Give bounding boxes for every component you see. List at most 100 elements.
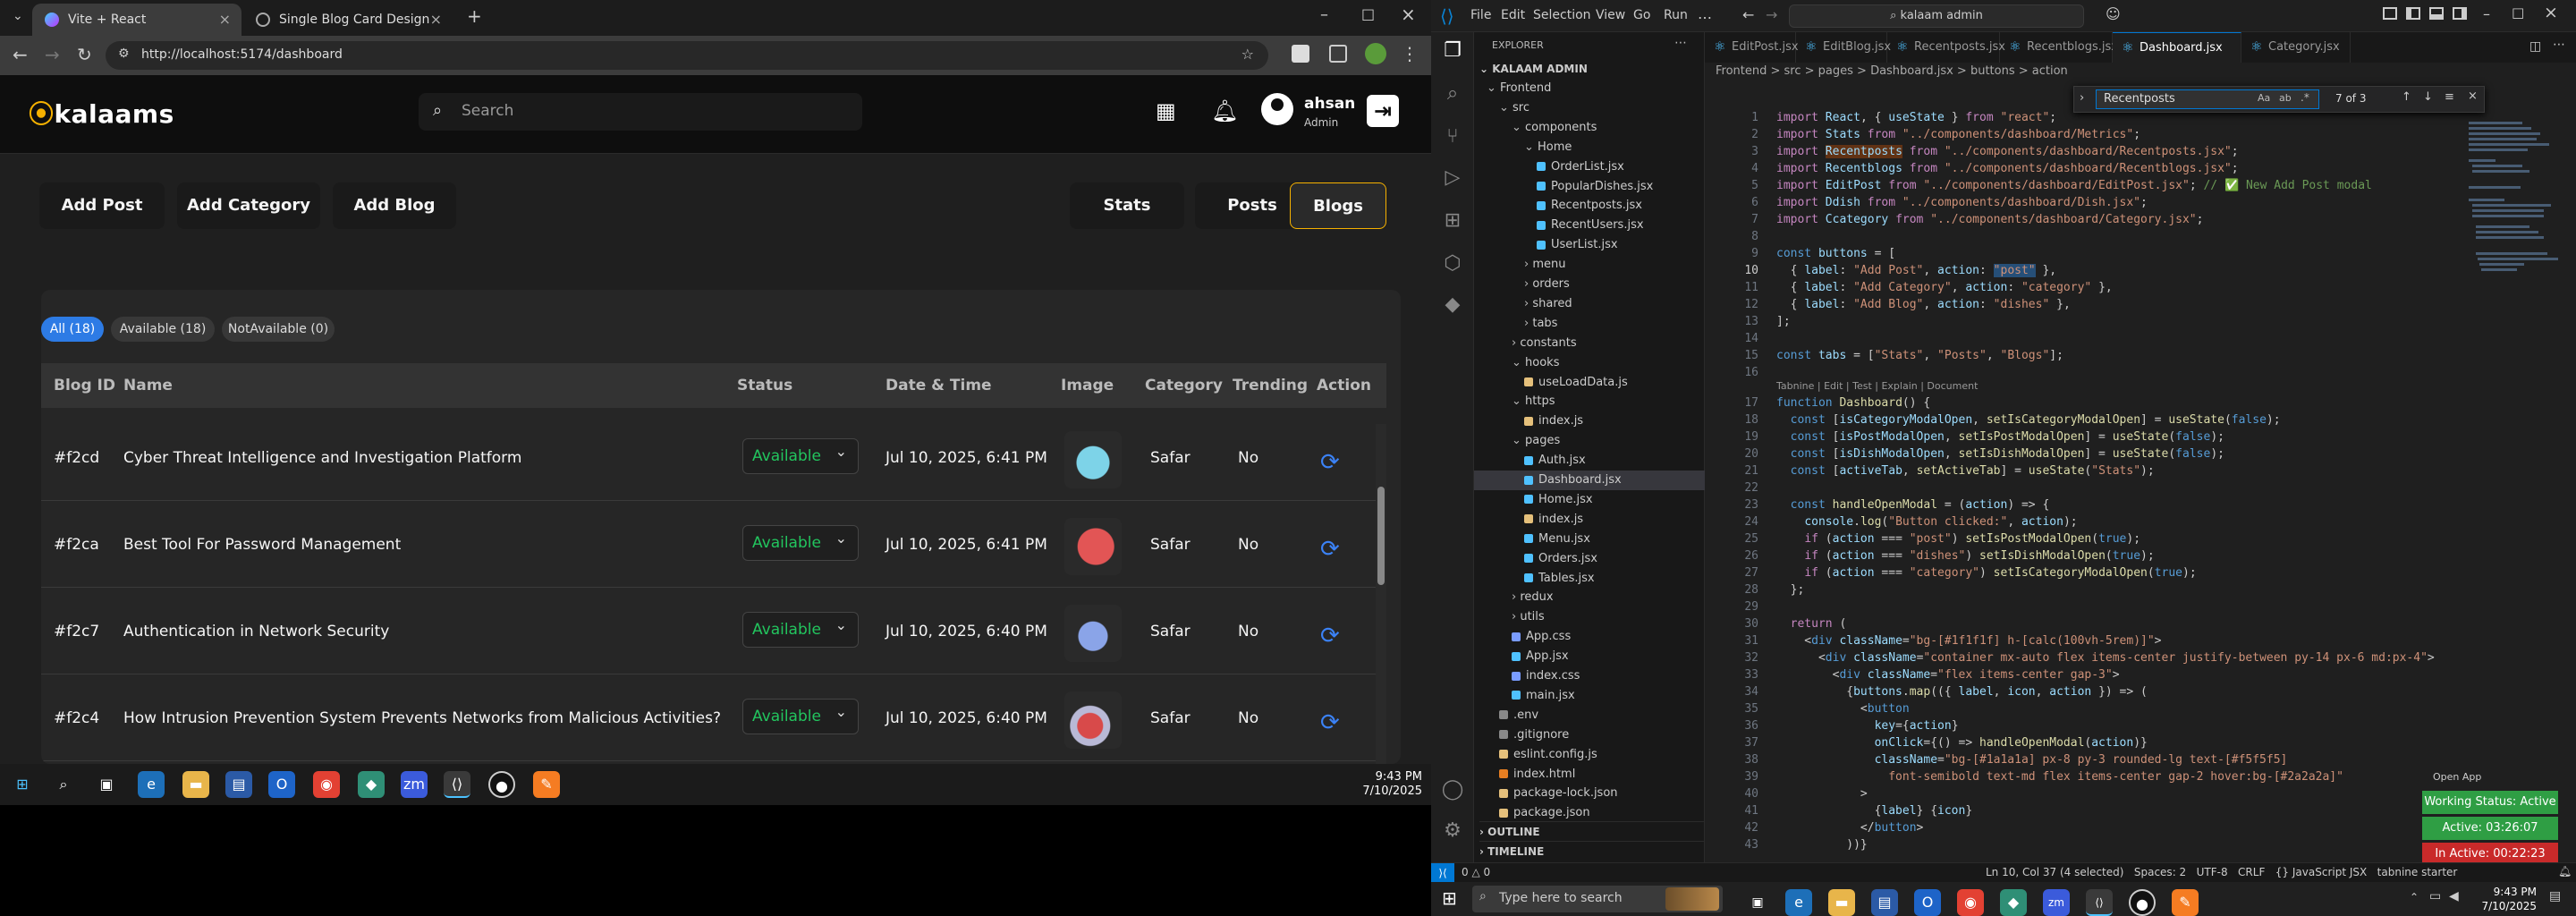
workspace-root[interactable]: ⌄ KALAAM ADMIN: [1479, 59, 1588, 79]
tree-file[interactable]: package.json: [1474, 803, 1705, 823]
search-icon[interactable]: ⌕: [1440, 82, 1465, 107]
minimize-icon[interactable]: –: [1320, 5, 1328, 24]
tree-folder[interactable]: › redux: [1474, 588, 1705, 607]
col-action[interactable]: Action: [1317, 377, 1371, 394]
minimize-icon[interactable]: –: [2483, 5, 2490, 22]
postman-icon[interactable]: ✎: [533, 771, 560, 798]
close-icon[interactable]: ×: [2468, 89, 2478, 103]
col-category[interactable]: Category: [1145, 377, 1223, 394]
tree-folder[interactable]: › shared: [1474, 294, 1705, 314]
editor-tab[interactable]: EditBlog.jsx: [1796, 32, 1891, 63]
tab-blogs[interactable]: Blogs: [1290, 182, 1386, 229]
vscode-icon[interactable]: ⟨⟩: [444, 771, 470, 798]
command-center[interactable]: ⌕ kalaam admin: [1789, 4, 2084, 28]
status-select[interactable]: Available: [742, 525, 859, 561]
logout-icon[interactable]: ⇥: [1367, 95, 1399, 127]
add-category-button[interactable]: Add Category: [177, 182, 320, 229]
tree-folder[interactable]: › utils: [1474, 607, 1705, 627]
close-icon[interactable]: ×: [430, 11, 442, 28]
tabnine-icon[interactable]: ◆: [1440, 293, 1465, 318]
editor-tab-active[interactable]: Dashboard.jsx: [2113, 32, 2241, 63]
status-select[interactable]: Available: [742, 612, 859, 648]
tree-file[interactable]: Tables.jsx: [1474, 569, 1705, 589]
editor-tab[interactable]: Recentposts.jsx: [1887, 32, 2005, 63]
remote-icon[interactable]: ⬡: [1440, 252, 1465, 277]
tree-file[interactable]: Dashboard.jsx: [1474, 471, 1705, 490]
table-row[interactable]: #f2cd Cyber Threat Intelligence and Inve…: [41, 415, 1386, 501]
editor-tab[interactable]: EditPost.jsx: [1705, 32, 1799, 63]
chevron-down-icon[interactable]: ⌄: [13, 9, 23, 23]
arrow-up-icon[interactable]: ↑: [2402, 90, 2411, 104]
tree-file[interactable]: useLoadData.js: [1474, 373, 1705, 393]
tree-folder[interactable]: ⌄ hooks: [1474, 353, 1705, 373]
col-blog-id[interactable]: Blog ID: [54, 377, 115, 394]
tree-folder[interactable]: ⌄ Home: [1474, 138, 1705, 157]
arrow-down-icon[interactable]: ↓: [2423, 90, 2433, 104]
tree-file[interactable]: OrderList.jsx: [1474, 157, 1705, 177]
table-scrollbar-thumb[interactable]: [1377, 487, 1385, 585]
vscode-icon[interactable]: ⟨⟩: [2086, 889, 2113, 916]
split-editor-icon[interactable]: ◫: [2529, 39, 2541, 54]
find-in-selection-icon[interactable]: ≡: [2445, 90, 2454, 104]
extensions-icon[interactable]: ⊞: [1440, 209, 1465, 234]
timeline-section[interactable]: › TIMELINE: [1479, 841, 1705, 861]
tree-file[interactable]: Recentposts.jsx: [1474, 196, 1705, 216]
sidebar-icon[interactable]: [1329, 45, 1347, 63]
tray-chevron-icon[interactable]: ⌃: [2410, 891, 2419, 903]
app-icon[interactable]: ◆: [2000, 889, 2027, 916]
tree-file[interactable]: PopularDishes.jsx: [1474, 177, 1705, 197]
chevron-right-icon[interactable]: ›: [2080, 91, 2084, 105]
tree-file[interactable]: main.jsx: [1474, 686, 1705, 706]
more-actions-icon[interactable]: ⋯: [1674, 36, 1687, 50]
tree-file[interactable]: index.css: [1474, 666, 1705, 686]
network-icon[interactable]: ▭: [2429, 889, 2441, 903]
tree-file[interactable]: Orders.jsx: [1474, 549, 1705, 569]
reload-icon[interactable]: ↻: [77, 44, 92, 65]
browser-tab-vite[interactable]: Vite + React ×: [32, 4, 242, 36]
refresh-icon[interactable]: ⟳: [1320, 623, 1340, 649]
chrome-icon[interactable]: ◉: [313, 771, 340, 798]
tree-file[interactable]: .env: [1474, 706, 1705, 725]
profile-icon[interactable]: [1365, 43, 1386, 64]
avatar[interactable]: [1261, 93, 1293, 125]
menu-run[interactable]: Run: [1664, 8, 1688, 22]
file-explorer-icon[interactable]: ▬: [182, 771, 209, 798]
tree-folder[interactable]: ⌄ src: [1474, 98, 1705, 118]
match-case-icon[interactable]: Aa: [2258, 92, 2270, 104]
tree-file[interactable]: eslint.config.js: [1474, 745, 1705, 765]
open-app-label[interactable]: Open App: [2433, 771, 2481, 783]
maximize-icon[interactable]: □: [2512, 4, 2524, 21]
postman-icon[interactable]: ✎: [2172, 889, 2199, 916]
bookmark-star-icon[interactable]: ☆: [1241, 46, 1254, 63]
close-window-icon[interactable]: ×: [1401, 4, 1416, 25]
table-scrollbar[interactable]: [1376, 424, 1386, 764]
windows-start-icon[interactable]: ⊞: [1442, 887, 1457, 909]
maximize-icon[interactable]: □: [1361, 5, 1375, 22]
nav-forward-icon[interactable]: →: [1766, 6, 1777, 23]
filter-available[interactable]: Available (18): [111, 317, 215, 342]
editor-tab[interactable]: Category.jsx: [2241, 32, 2351, 63]
refresh-icon[interactable]: ⟳: [1320, 709, 1340, 736]
close-window-icon[interactable]: ×: [2544, 3, 2558, 22]
col-trending[interactable]: Trending: [1233, 377, 1308, 394]
refresh-icon[interactable]: ⟳: [1320, 536, 1340, 563]
search-input[interactable]: ⌕ Search: [419, 93, 862, 131]
tree-file[interactable]: index.html: [1474, 765, 1705, 785]
tree-file[interactable]: package-lock.json: [1474, 784, 1705, 803]
app-icon[interactable]: ◆: [358, 771, 385, 798]
filter-notavailable[interactable]: NotAvailable (0): [222, 317, 335, 342]
editor-tab[interactable]: Recentblogs.jsx: [2000, 32, 2118, 63]
back-icon[interactable]: ←: [13, 44, 28, 65]
tree-folder[interactable]: ⌄ https: [1474, 392, 1705, 411]
refresh-icon[interactable]: ⟳: [1320, 449, 1340, 476]
bell-icon[interactable]: 🔔︎: [2558, 865, 2572, 878]
menu-selection[interactable]: Selection: [1533, 8, 1591, 22]
nav-back-icon[interactable]: ←: [1742, 6, 1754, 23]
tree-folder[interactable]: ⌄ Frontend: [1474, 79, 1705, 98]
task-view-icon[interactable]: ▣: [1744, 889, 1771, 916]
taskbar-clock[interactable]: 9:43 PM 7/10/2025: [2474, 885, 2537, 913]
status-right[interactable]: Ln 10, Col 37 (4 selected) Spaces: 2 UTF…: [1986, 866, 2457, 878]
obs-icon[interactable]: ●: [488, 771, 515, 798]
table-row[interactable]: #f2c7 Authentication in Network Security…: [41, 589, 1386, 674]
task-view-icon[interactable]: ▣: [93, 771, 120, 798]
